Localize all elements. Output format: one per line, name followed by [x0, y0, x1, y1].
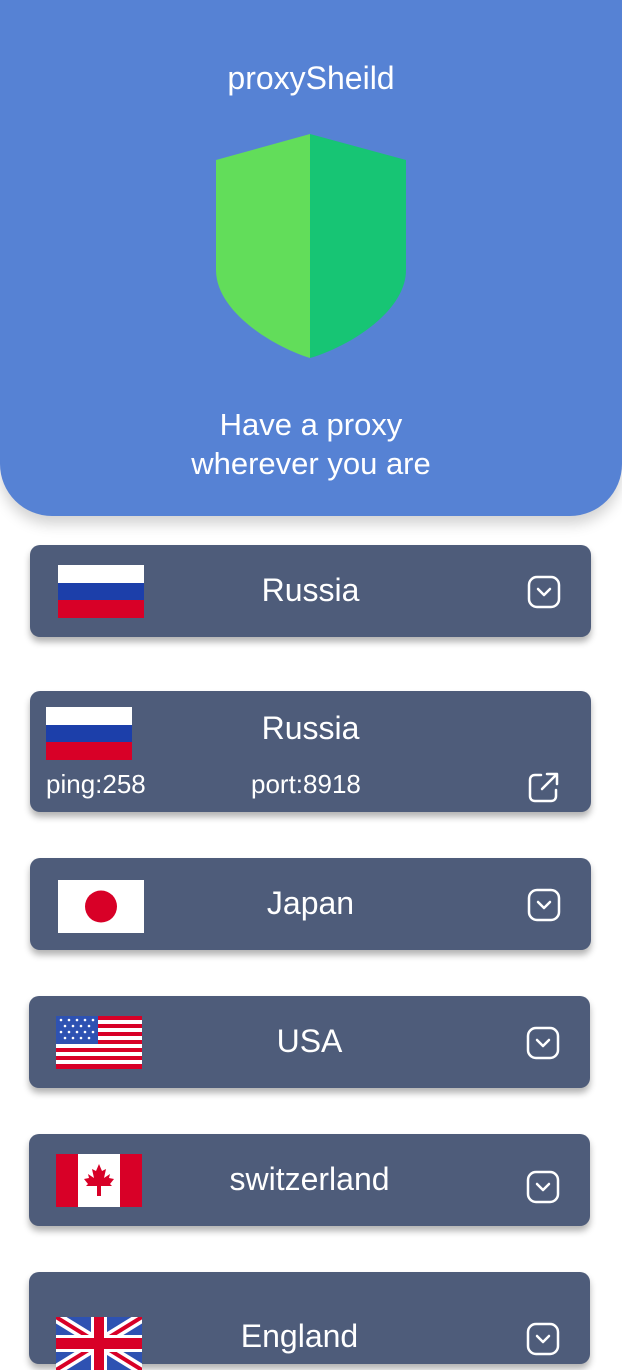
server-card-russia-expanded[interactable]: Russia ping:258 port:8918 [30, 691, 591, 812]
country-name: Japan [266, 885, 355, 921]
server-card-switzerland[interactable]: switzerland [29, 1134, 590, 1226]
header: proxySheild Have a proxy wherever you ar… [0, 0, 622, 516]
country-name: Russia [261, 710, 360, 746]
server-card-usa[interactable]: USA [29, 996, 590, 1088]
shield-icon [216, 134, 406, 358]
server-card-england[interactable]: England [29, 1272, 590, 1370]
server-card-japan[interactable]: Japan [30, 858, 591, 950]
chevron-down-icon[interactable] [527, 888, 561, 922]
country-name: Russia [261, 572, 360, 608]
chevron-down-icon[interactable] [527, 575, 561, 609]
country-name: switzerland [229, 1161, 390, 1197]
country-name: USA [276, 1023, 343, 1059]
country-name: England [240, 1318, 359, 1354]
chevron-down-icon[interactable] [526, 1026, 560, 1060]
ping-value: ping:258 [46, 769, 146, 799]
tagline-line-1: Have a proxy [219, 407, 403, 442]
port-value: port:8918 [251, 769, 361, 799]
server-card-russia[interactable]: Russia [30, 545, 591, 637]
chevron-down-icon[interactable] [526, 1322, 560, 1356]
tagline-line-2: wherever you are [191, 446, 431, 481]
chevron-down-icon[interactable] [526, 1170, 560, 1204]
app-title: proxySheild [227, 60, 395, 96]
external-link-icon[interactable] [527, 770, 561, 804]
tagline: Have a proxy wherever you are [0, 405, 622, 483]
